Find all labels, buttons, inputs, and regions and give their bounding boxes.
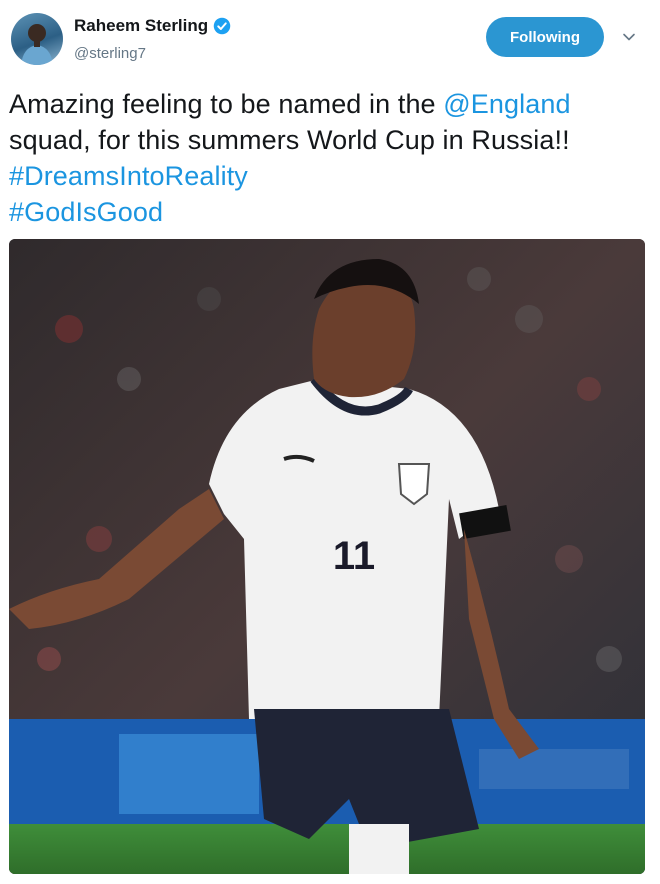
display-name[interactable]: Raheem Sterling (74, 16, 208, 36)
tweet-text-part: Amazing feeling to be named in the (9, 89, 444, 119)
user-handle[interactable]: @sterling7 (74, 45, 146, 62)
tweet-text: Amazing feeling to be named in the @Engl… (9, 86, 649, 230)
name-row: Raheem Sterling (74, 16, 231, 36)
tweet-photo[interactable]: 11 (9, 239, 645, 874)
hashtag-link-godisgood[interactable]: #GodIsGood (9, 197, 163, 227)
following-button[interactable]: Following (486, 17, 604, 57)
mention-link-england[interactable]: @England (443, 89, 570, 119)
tweet-text-part: squad, for this summers World Cup in Rus… (9, 125, 570, 155)
tweet-header: Raheem Sterling @sterling7 Following (0, 0, 660, 80)
photo-illustration: 11 (9, 239, 645, 874)
hashtag-link-dreamsintoreality[interactable]: #DreamsIntoReality (9, 161, 248, 191)
avatar[interactable] (11, 13, 63, 65)
shirt-number: 11 (333, 534, 375, 578)
verified-badge-icon (213, 17, 231, 35)
chevron-down-icon[interactable] (622, 30, 636, 44)
